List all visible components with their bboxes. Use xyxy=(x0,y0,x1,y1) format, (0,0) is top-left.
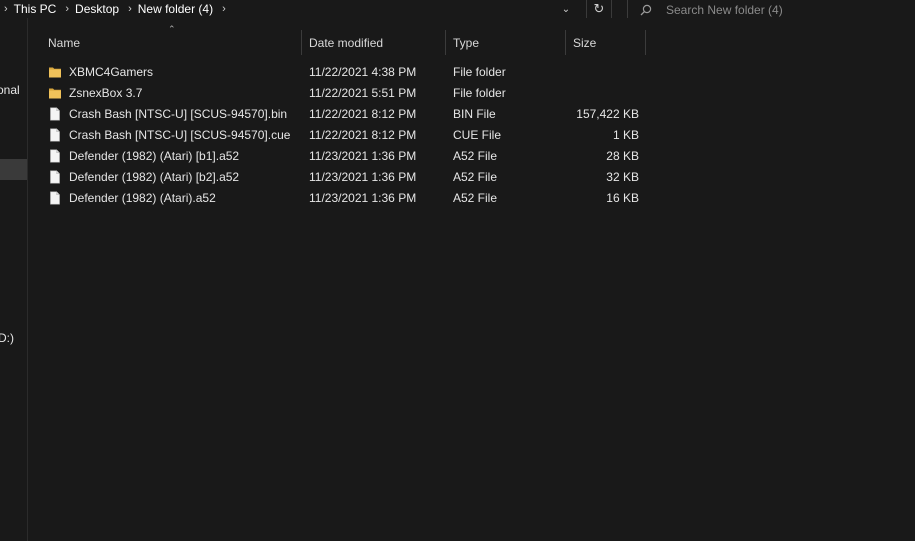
column-header-row: ⌃ Name Date modified Type Size xyxy=(41,24,646,55)
file-date: 11/22/2021 4:38 PM xyxy=(309,64,417,79)
file-date: 11/23/2021 1:36 PM xyxy=(309,190,417,205)
folder-icon xyxy=(49,67,61,77)
file-icon xyxy=(50,191,60,204)
column-header-name[interactable]: ⌃ Name xyxy=(41,24,302,55)
breadcrumb[interactable]: › This PC › Desktop › New folder (4) › xyxy=(0,0,612,18)
nav-item-fragment[interactable]: D:) xyxy=(0,331,14,345)
chevron-right-icon[interactable]: › xyxy=(4,3,8,15)
file-type: BIN File xyxy=(453,106,496,121)
file-size: 16 KB xyxy=(606,190,639,205)
file-date: 11/23/2021 1:36 PM xyxy=(309,148,417,163)
chevron-right-icon[interactable]: › xyxy=(128,3,132,15)
refresh-button[interactable]: ↻ xyxy=(586,0,612,18)
file-name: ZsnexBox 3.7 xyxy=(69,85,143,100)
breadcrumb-this-pc[interactable]: This PC xyxy=(14,2,57,16)
file-list-view[interactable]: ⌃ Name Date modified Type Size XBMC4Game… xyxy=(29,18,915,541)
address-history-dropdown[interactable]: ⌄ xyxy=(557,0,575,18)
list-item[interactable]: Defender (1982) (Atari).a52 11/23/2021 1… xyxy=(41,187,639,208)
list-item[interactable]: ZsnexBox 3.7 11/22/2021 5:51 PM File fol… xyxy=(41,82,639,103)
chevron-down-icon: ⌄ xyxy=(561,3,571,15)
file-type: CUE File xyxy=(453,127,502,142)
nav-item-fragment[interactable]: onal xyxy=(0,83,20,97)
folder-icon xyxy=(49,88,61,98)
file-size: 1 KB xyxy=(612,127,639,142)
file-date: 11/23/2021 1:36 PM xyxy=(309,169,417,184)
file-name: Defender (1982) (Atari).a52 xyxy=(69,190,216,205)
file-icon xyxy=(50,107,60,120)
file-type: File folder xyxy=(453,85,506,100)
sort-ascending-icon: ⌃ xyxy=(168,24,176,34)
list-item[interactable]: Crash Bash [NTSC-U] [SCUS-94570].cue 11/… xyxy=(41,124,639,145)
file-name: Crash Bash [NTSC-U] [SCUS-94570].bin xyxy=(69,106,288,121)
file-date: 11/22/2021 5:51 PM xyxy=(309,85,417,100)
column-header-date[interactable]: Date modified xyxy=(302,30,446,55)
list-item[interactable]: Defender (1982) (Atari) [b2].a52 11/23/2… xyxy=(41,166,639,187)
file-date: 11/22/2021 8:12 PM xyxy=(309,106,417,121)
file-size xyxy=(566,82,639,103)
file-icon xyxy=(50,170,60,183)
file-icon xyxy=(50,149,60,162)
file-name: Defender (1982) (Atari) [b2].a52 xyxy=(69,169,240,184)
list-item[interactable]: Defender (1982) (Atari) [b1].a52 11/23/2… xyxy=(41,145,639,166)
search-box[interactable]: Search New folder (4) xyxy=(627,0,915,20)
breadcrumb-desktop[interactable]: Desktop xyxy=(75,2,119,16)
file-name: Crash Bash [NTSC-U] [SCUS-94570].cue xyxy=(69,127,291,142)
file-size: 28 KB xyxy=(606,148,639,163)
list-item[interactable]: Crash Bash [NTSC-U] [SCUS-94570].bin 11/… xyxy=(41,103,639,124)
file-name: Defender (1982) (Atari) [b1].a52 xyxy=(69,148,240,163)
file-type: File folder xyxy=(453,64,506,79)
file-type: A52 File xyxy=(453,169,498,184)
file-type: A52 File xyxy=(453,148,498,163)
refresh-icon: ↻ xyxy=(593,1,605,16)
file-icon xyxy=(50,128,60,141)
file-date: 11/22/2021 8:12 PM xyxy=(309,127,417,142)
search-input[interactable]: Search New folder (4) xyxy=(666,3,783,17)
column-header-type[interactable]: Type xyxy=(446,30,566,55)
file-name: XBMC4Gamers xyxy=(69,64,154,79)
nav-item-selected[interactable] xyxy=(0,159,27,180)
navigation-pane[interactable]: onal D:) xyxy=(0,18,28,541)
chevron-right-icon[interactable]: › xyxy=(65,3,69,15)
file-size: 157,422 KB xyxy=(576,106,639,121)
column-header-size[interactable]: Size xyxy=(566,30,646,55)
search-icon xyxy=(640,4,652,15)
chevron-right-icon[interactable]: › xyxy=(222,3,226,15)
file-list: XBMC4Gamers 11/22/2021 4:38 PM File fold… xyxy=(41,61,639,208)
file-size xyxy=(566,61,639,82)
list-item[interactable]: XBMC4Gamers 11/22/2021 4:38 PM File fold… xyxy=(41,61,639,82)
address-toolbar: › This PC › Desktop › New folder (4) › ⌄… xyxy=(0,0,915,20)
breadcrumb-current-folder[interactable]: New folder (4) xyxy=(138,2,213,16)
file-size: 32 KB xyxy=(606,169,639,184)
file-type: A52 File xyxy=(453,190,498,205)
